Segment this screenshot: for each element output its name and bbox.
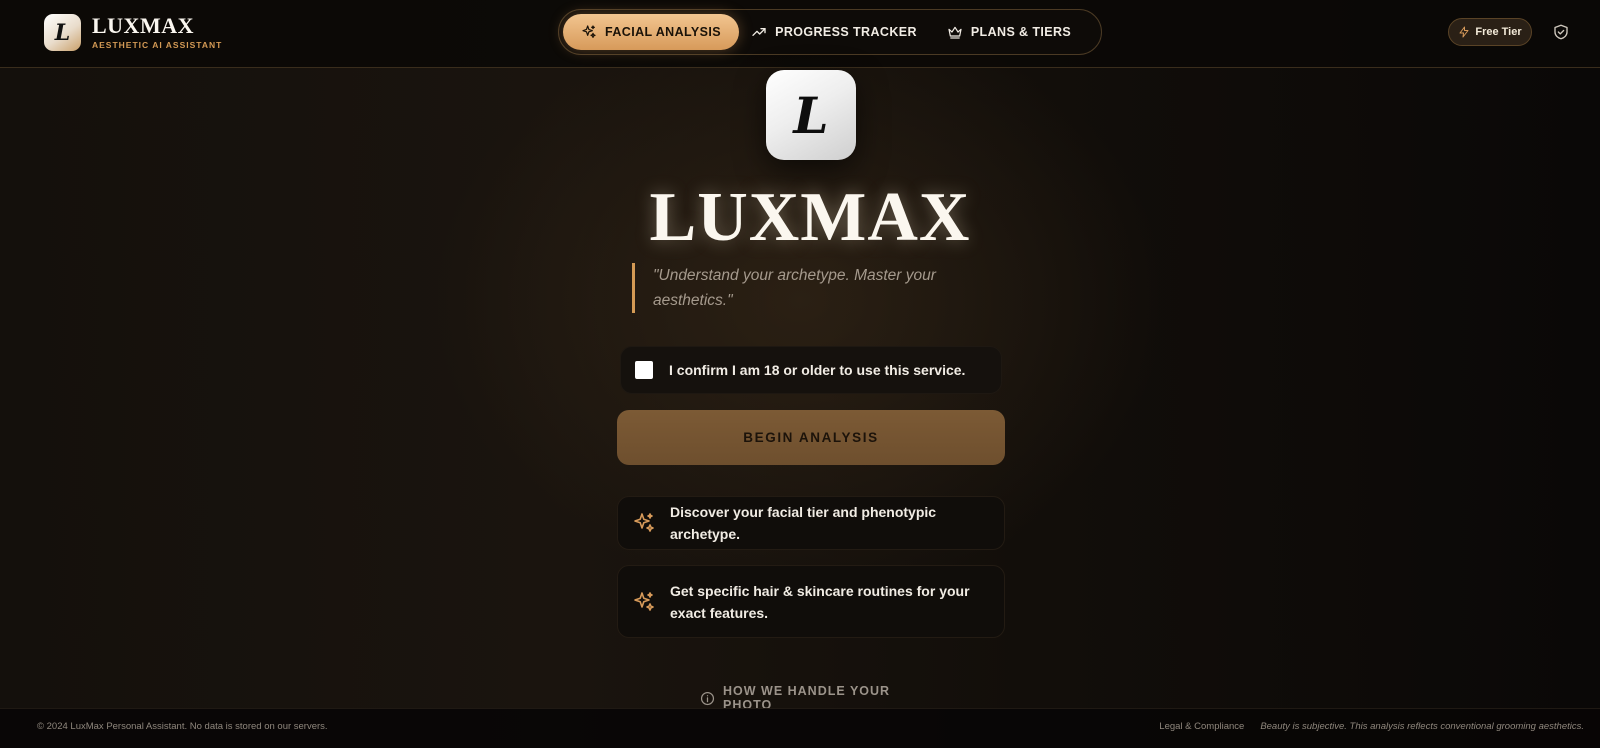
top-bar: L LUXMAX AESTHETIC AI ASSISTANT FACIAL A…: [0, 0, 1600, 68]
sparkles-icon: [632, 511, 658, 535]
hero-title: LUXMAX: [649, 179, 971, 256]
tab-plans-tiers[interactable]: PLANS & TIERS: [929, 14, 1089, 50]
age-confirm-checkbox[interactable]: [635, 361, 653, 379]
brand-text: LUXMAX AESTHETIC AI ASSISTANT: [92, 13, 223, 51]
footer-disclaimer: Beauty is subjective. This analysis refl…: [1260, 721, 1584, 732]
hero-logo: L: [766, 70, 856, 160]
tab-label: PROGRESS TRACKER: [775, 25, 917, 39]
brand-name: LUXMAX: [92, 13, 194, 38]
age-confirm-label: I confirm I am 18 or older to use this s…: [669, 362, 966, 378]
brand-tagline: AESTHETIC AI ASSISTANT: [92, 40, 223, 50]
feature-text: Get specific hair & skincare routines fo…: [670, 582, 970, 621]
trending-up-icon: [751, 24, 767, 40]
crown-icon: [947, 24, 963, 40]
footer-copyright: © 2024 LuxMax Personal Assistant. No dat…: [37, 721, 328, 732]
age-confirmation[interactable]: I confirm I am 18 or older to use this s…: [620, 346, 1002, 394]
tab-facial-analysis[interactable]: FACIAL ANALYSIS: [563, 14, 739, 50]
feature-card: Get specific hair & skincare routines fo…: [617, 565, 1005, 638]
lightning-icon: [1458, 26, 1470, 38]
free-tier-label: Free Tier: [1475, 26, 1522, 38]
tab-label: PLANS & TIERS: [970, 25, 1072, 39]
hero-quote: "Understand your archetype. Master your …: [632, 263, 962, 313]
feature-text: Discover your facial tier and phenotypic…: [670, 504, 937, 542]
brand[interactable]: L LUXMAX AESTHETIC AI ASSISTANT: [44, 14, 222, 51]
tab-progress-tracker[interactable]: PROGRESS TRACKER: [739, 14, 929, 50]
begin-analysis-button[interactable]: BEGIN ANALYSIS: [617, 410, 1005, 465]
legal-compliance-link[interactable]: Legal & Compliance: [1159, 721, 1244, 732]
sparkles-icon: [632, 590, 658, 614]
info-icon: [700, 691, 715, 706]
feature-card: Discover your facial tier and phenotypic…: [617, 496, 1005, 550]
footer: © 2024 LuxMax Personal Assistant. No dat…: [0, 708, 1600, 748]
free-tier-badge[interactable]: Free Tier: [1448, 18, 1532, 46]
shield-check-icon[interactable]: [1552, 23, 1570, 41]
main-nav: FACIAL ANALYSIS PROGRESS TRACKER PLANS &…: [558, 9, 1102, 55]
sparkles-icon: [581, 24, 597, 40]
footer-right: Legal & Compliance Beauty is subjective.…: [1159, 721, 1584, 732]
brand-logo: L: [44, 14, 81, 51]
tab-label: FACIAL ANALYSIS: [605, 25, 721, 39]
how-we-handle-photo-link[interactable]: HOW WE HANDLE YOUR PHOTO: [700, 684, 940, 712]
page: L LUXMAX AESTHETIC AI ASSISTANT FACIAL A…: [0, 0, 1600, 748]
